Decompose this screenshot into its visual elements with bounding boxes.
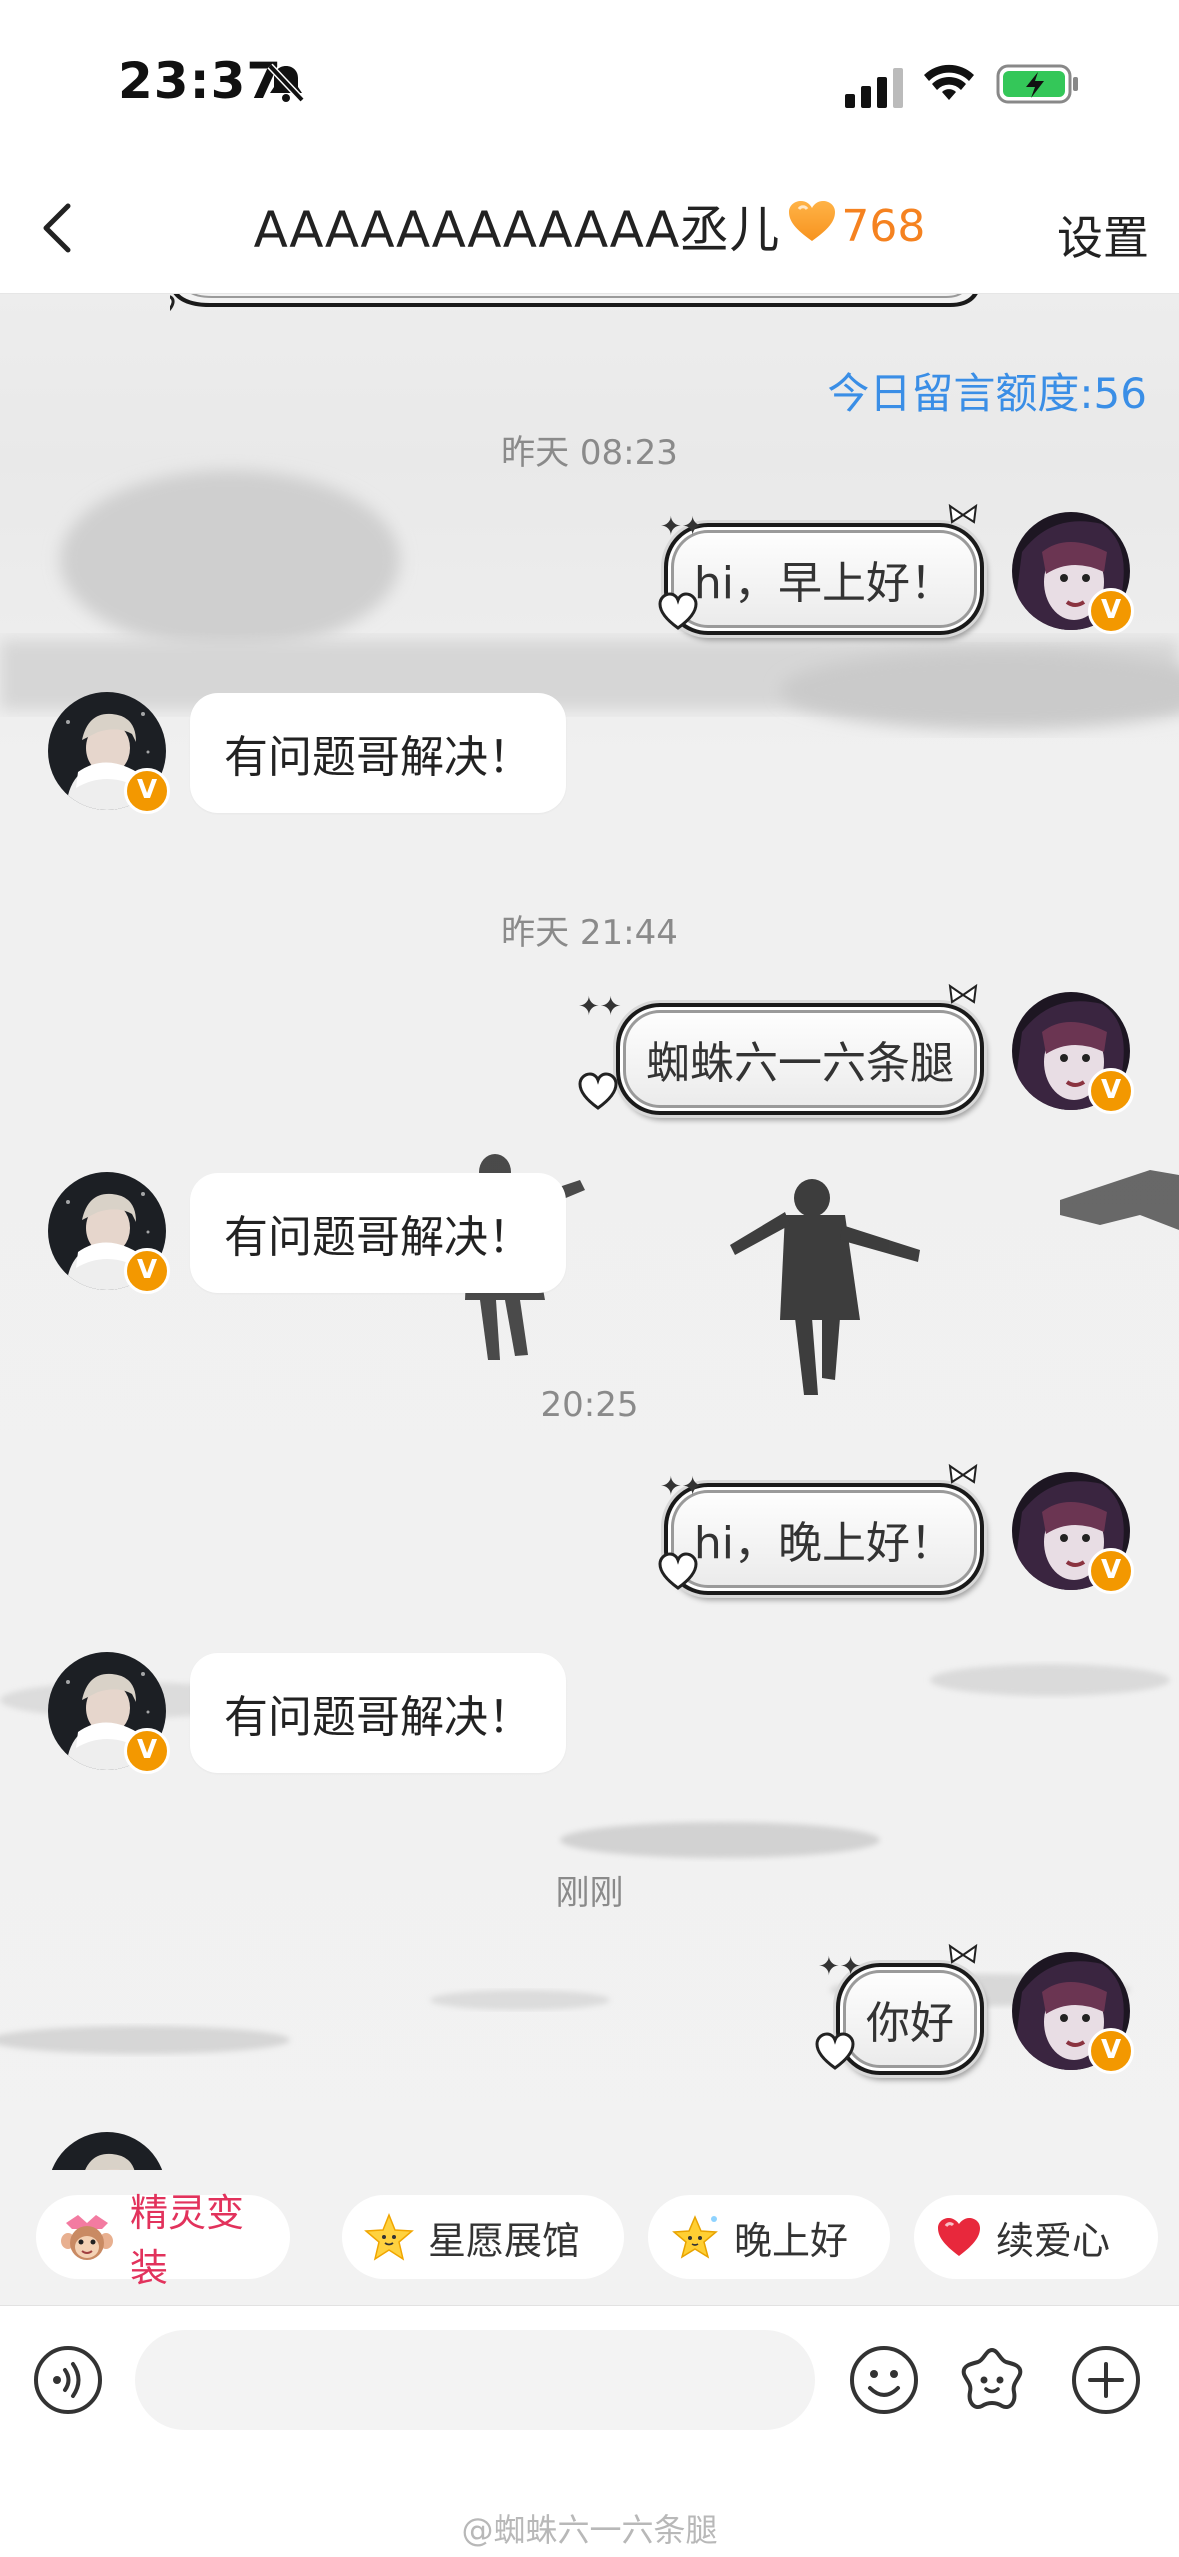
bow-icon xyxy=(948,503,978,524)
verified-badge: V xyxy=(1088,1548,1134,1594)
signal-icon xyxy=(845,68,905,112)
heart-deco-icon xyxy=(658,592,698,630)
battery-charging-icon xyxy=(996,62,1080,110)
incoming-message[interactable]: 有问题哥解决！ xyxy=(190,693,566,813)
bell-slash-icon xyxy=(266,62,306,108)
chip-good-evening[interactable]: 晚上好 xyxy=(648,2195,890,2279)
voice-icon[interactable] xyxy=(32,2344,104,2416)
verified-badge: V xyxy=(124,1248,170,1294)
chat-header: AAAAAAAAAAAA丞儿 768 设置 xyxy=(0,160,1179,294)
verified-badge: V xyxy=(124,1728,170,1774)
watermark: @蜘蛛六一六条腿 xyxy=(461,2511,718,2549)
verified-badge: V xyxy=(124,768,170,814)
verified-badge: V xyxy=(1088,2028,1134,2074)
sparkle-icon: ✦✦ xyxy=(578,992,622,1022)
sparkle-icon: ✦✦ xyxy=(818,1952,862,1982)
status-bar: 23:37 xyxy=(0,0,1179,160)
timestamp: 昨天 21:44 xyxy=(501,913,678,953)
emoji-icon[interactable] xyxy=(848,2344,920,2416)
bow-icon xyxy=(948,1463,978,1484)
sparkle-star-icon xyxy=(670,2213,720,2261)
sparkle-icon: ✦✦ xyxy=(660,1472,704,1502)
verified-badge: V xyxy=(1088,588,1134,634)
timestamp: 昨天 08:23 xyxy=(501,433,678,473)
plus-icon[interactable] xyxy=(1070,2344,1142,2416)
timestamp: 20:25 xyxy=(540,1385,639,1425)
heart-deco-icon xyxy=(815,2032,855,2070)
contact-name: AAAAAAAAAAAA丞儿 xyxy=(253,201,780,259)
chip-label: 续爱心 xyxy=(996,2218,1111,2263)
incoming-message[interactable]: 有问题哥解决！ xyxy=(190,1653,566,1773)
chip-renew-heart[interactable]: 续爱心 xyxy=(914,2195,1158,2279)
sparkle-icon: ✦✦ xyxy=(660,512,704,542)
bow-icon xyxy=(948,1943,978,1964)
heart-deco-icon xyxy=(578,1072,618,1110)
chat-title: AAAAAAAAAAAA丞儿 768 xyxy=(0,190,1179,262)
wifi-icon xyxy=(924,62,974,110)
verified-badge: V xyxy=(1088,1068,1134,1114)
star-face-icon xyxy=(364,2213,414,2261)
settings-button[interactable]: 设置 xyxy=(1057,202,1149,268)
heart-deco-icon xyxy=(658,1552,698,1590)
heart-icon xyxy=(787,197,837,255)
chip-label: 星愿展馆 xyxy=(428,2218,581,2263)
outgoing-message[interactable]: hi，早上好！ xyxy=(663,523,984,635)
incoming-message[interactable]: 有问题哥解决！ xyxy=(190,1173,566,1293)
daily-message-quota: 今日留言额度:56 xyxy=(827,369,1147,418)
outgoing-message[interactable]: 蜘蛛六一六条腿 xyxy=(616,1003,984,1115)
timestamp: 刚刚 xyxy=(555,1873,624,1913)
heart-icon xyxy=(936,2216,982,2258)
sticker-icon[interactable] xyxy=(956,2344,1028,2416)
monkey-icon xyxy=(58,2211,116,2263)
message-input[interactable] xyxy=(135,2330,815,2430)
chip-label: 晚上好 xyxy=(734,2218,849,2263)
bow-icon xyxy=(948,983,978,1004)
status-time: 23:37 xyxy=(118,52,283,110)
intimacy-count: 768 xyxy=(841,200,926,252)
chip-wish-gallery[interactable]: 星愿展馆 xyxy=(342,2195,624,2279)
quick-reply-bar: 精灵变装 星愿展馆 晚上好 续爱心 xyxy=(0,2170,1179,2305)
chip-label: 精灵变装 xyxy=(130,2191,245,2290)
chip-sprite-dressup[interactable]: 精灵变装 xyxy=(36,2191,290,2290)
outgoing-message[interactable]: hi，晚上好！ xyxy=(663,1483,984,1595)
